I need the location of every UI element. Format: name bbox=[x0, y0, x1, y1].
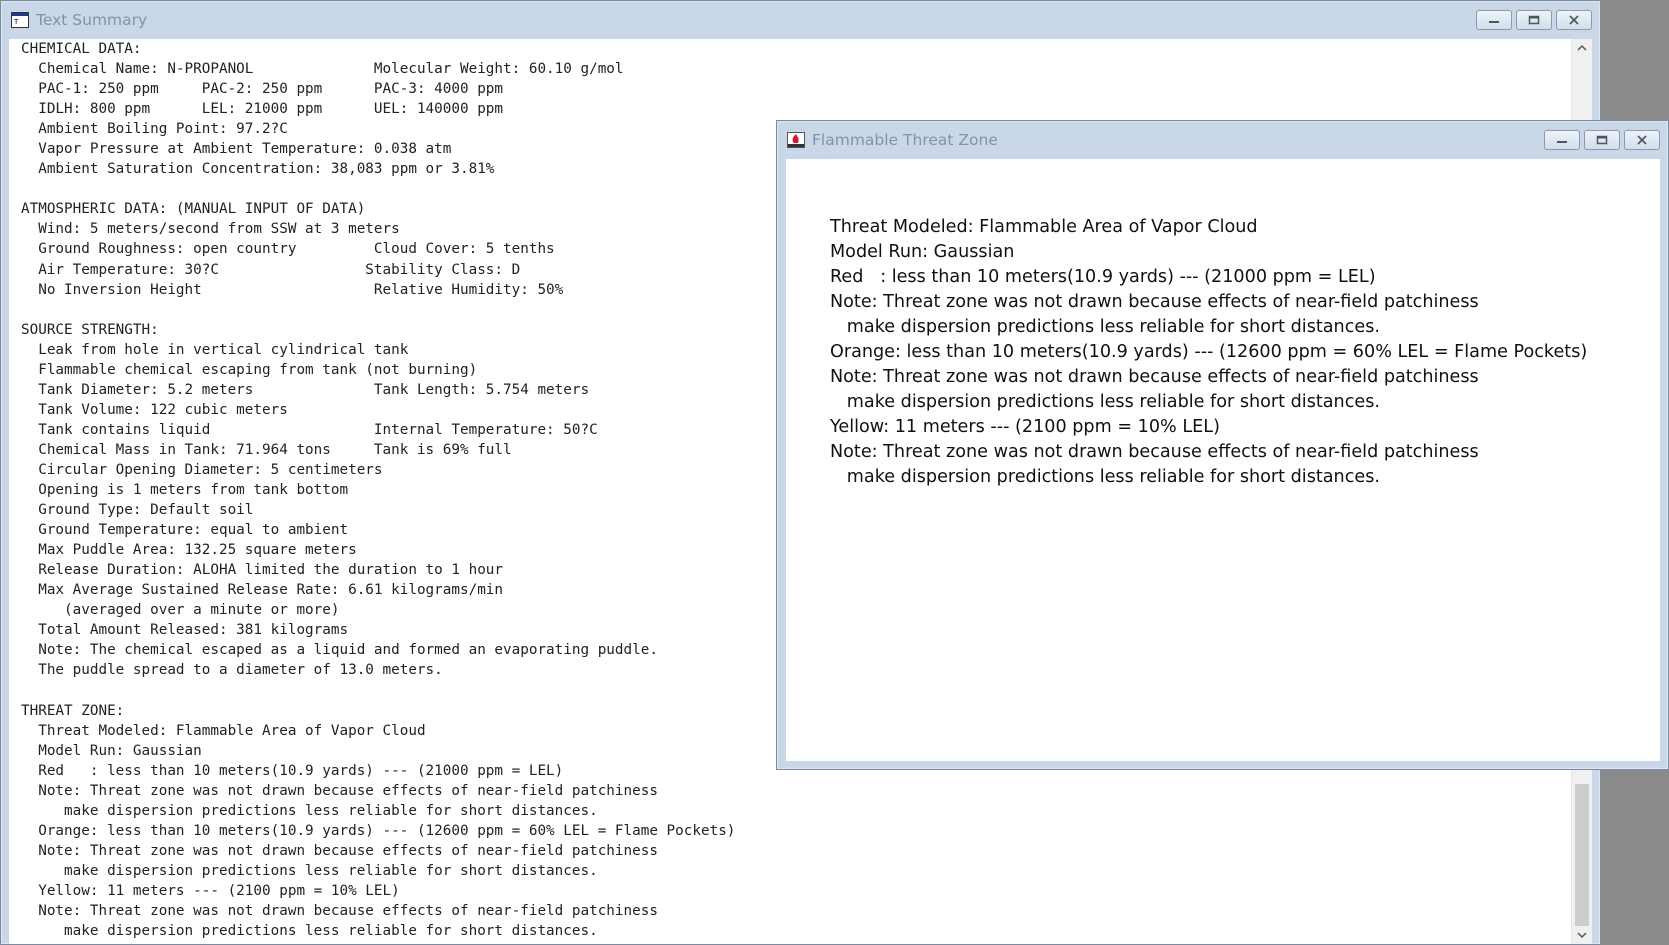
threat-zone-line: make dispersion predictions less reliabl… bbox=[830, 392, 1380, 413]
summary-line: The puddle spread to a diameter of 13.0 … bbox=[21, 662, 443, 679]
chevron-up-icon bbox=[1577, 44, 1587, 51]
scroll-up-button[interactable] bbox=[1572, 39, 1592, 57]
summary-line: Ground Type: Default soil bbox=[21, 502, 254, 519]
summary-line: make dispersion predictions less reliabl… bbox=[21, 923, 598, 940]
summary-line: Air Temperature: 30?C Stability Class: D bbox=[21, 261, 521, 278]
summary-line: Circular Opening Diameter: 5 centimeters bbox=[21, 461, 383, 478]
text-summary-app-icon: T bbox=[11, 12, 29, 28]
summary-line: No Inversion Height Relative Humidity: 5… bbox=[21, 281, 564, 298]
threat-zone-line: Model Run: Gaussian bbox=[830, 242, 1015, 263]
summary-line: Chemical Name: N-PROPANOL Molecular Weig… bbox=[21, 61, 624, 78]
minimize-button[interactable] bbox=[1476, 10, 1512, 30]
summary-line: make dispersion predictions less reliabl… bbox=[21, 802, 598, 819]
summary-line: Note: The chemical escaped as a liquid a… bbox=[21, 642, 658, 659]
threat-zone-titlebar[interactable]: Flammable Threat Zone bbox=[777, 121, 1668, 159]
summary-line: Flammable chemical escaping from tank (n… bbox=[21, 361, 478, 378]
summary-line: ATMOSPHERIC DATA: (MANUAL INPUT OF DATA) bbox=[21, 201, 366, 218]
summary-line: Note: Threat zone was not drawn because … bbox=[21, 782, 658, 799]
minimize-icon bbox=[1489, 21, 1499, 23]
threat-zone-line: Note: Threat zone was not drawn because … bbox=[830, 442, 1479, 463]
close-icon bbox=[1637, 135, 1647, 145]
summary-line: PAC-1: 250 ppm PAC-2: 250 ppm PAC-3: 400… bbox=[21, 81, 504, 98]
close-icon bbox=[1569, 15, 1579, 25]
threat-zone-app-icon bbox=[787, 132, 805, 148]
summary-line: Chemical Mass in Tank: 71.964 tons Tank … bbox=[21, 441, 512, 458]
summary-line: Opening is 1 meters from tank bottom bbox=[21, 482, 349, 499]
summary-line: Yellow: 11 meters --- (2100 ppm = 10% LE… bbox=[21, 882, 400, 899]
summary-line: Total Amount Released: 381 kilograms bbox=[21, 622, 349, 639]
summary-line: THREAT ZONE: bbox=[21, 702, 125, 719]
summary-line: Orange: less than 10 meters(10.9 yards) … bbox=[21, 822, 736, 839]
summary-line: CHEMICAL DATA: bbox=[21, 41, 142, 57]
maximize-button[interactable] bbox=[1516, 10, 1552, 30]
summary-line: Tank Diameter: 5.2 meters Tank Length: 5… bbox=[21, 381, 590, 398]
threat-zone-line: make dispersion predictions less reliabl… bbox=[830, 317, 1380, 338]
scrollbar-thumb[interactable] bbox=[1575, 784, 1589, 926]
summary-line: Leak from hole in vertical cylindrical t… bbox=[21, 341, 409, 358]
summary-line: Ambient Boiling Point: 97.2?C bbox=[21, 121, 288, 138]
threat-zone-content: Threat Modeled: Flammable Area of Vapor … bbox=[786, 159, 1660, 761]
threat-zone-text: Threat Modeled: Flammable Area of Vapor … bbox=[830, 215, 1587, 491]
window-title: Flammable Threat Zone bbox=[812, 131, 998, 149]
threat-zone-line: Threat Modeled: Flammable Area of Vapor … bbox=[830, 217, 1258, 237]
summary-line: Ground Roughness: open country Cloud Cov… bbox=[21, 241, 555, 258]
summary-line: Release Duration: ALOHA limited the dura… bbox=[21, 562, 504, 579]
minimize-button[interactable] bbox=[1544, 130, 1580, 150]
threat-zone-line: make dispersion predictions less reliabl… bbox=[830, 467, 1380, 488]
summary-line: Max Puddle Area: 132.25 square meters bbox=[21, 542, 357, 559]
summary-line: Note: Threat zone was not drawn because … bbox=[21, 903, 658, 920]
summary-line: Ambient Saturation Concentration: 38,083… bbox=[21, 161, 495, 178]
summary-line: Threat Modeled: Flammable Area of Vapor … bbox=[21, 722, 426, 739]
threat-zone-line: Orange: less than 10 meters(10.9 yards) … bbox=[830, 342, 1588, 363]
summary-line: Wind: 5 meters/second from SSW at 3 mete… bbox=[21, 221, 400, 238]
chevron-down-icon bbox=[1577, 932, 1587, 939]
summary-line: Max Average Sustained Release Rate: 6.61… bbox=[21, 582, 504, 599]
scroll-down-button[interactable] bbox=[1572, 926, 1592, 944]
threat-zone-line: Note: Threat zone was not drawn because … bbox=[830, 292, 1479, 313]
close-button[interactable] bbox=[1624, 130, 1660, 150]
summary-line: Note: Threat zone was not drawn because … bbox=[21, 842, 658, 859]
summary-line: Ground Temperature: equal to ambient bbox=[21, 522, 349, 539]
summary-line: SOURCE STRENGTH: bbox=[21, 321, 159, 338]
maximize-icon bbox=[1596, 135, 1608, 145]
text-summary-titlebar[interactable]: T Text Summary bbox=[1, 1, 1600, 39]
threat-zone-line: Red : less than 10 meters(10.9 yards) --… bbox=[830, 267, 1376, 288]
summary-line: IDLH: 800 ppm LEL: 21000 ppm UEL: 140000… bbox=[21, 101, 504, 118]
window-title: Text Summary bbox=[36, 11, 148, 29]
maximize-icon bbox=[1528, 15, 1540, 25]
summary-text: CHEMICAL DATA: Chemical Name: N-PROPANOL… bbox=[21, 39, 735, 941]
close-button[interactable] bbox=[1556, 10, 1592, 30]
summary-line: Red : less than 10 meters(10.9 yards) --… bbox=[21, 762, 564, 779]
summary-line: Model Run: Gaussian bbox=[21, 742, 202, 759]
summary-line: Vapor Pressure at Ambient Temperature: 0… bbox=[21, 141, 452, 158]
threat-zone-line: Yellow: 11 meters --- (2100 ppm = 10% LE… bbox=[830, 417, 1220, 438]
summary-line: Tank contains liquid Internal Temperatur… bbox=[21, 421, 598, 438]
summary-line: Tank Volume: 122 cubic meters bbox=[21, 401, 288, 418]
summary-line: make dispersion predictions less reliabl… bbox=[21, 862, 598, 879]
maximize-button[interactable] bbox=[1584, 130, 1620, 150]
minimize-icon bbox=[1557, 141, 1567, 143]
threat-zone-window[interactable]: Flammable Threat Zone Threat Modeled: Fl… bbox=[776, 120, 1669, 770]
summary-line: (averaged over a minute or more) bbox=[21, 602, 340, 619]
threat-zone-line: Note: Threat zone was not drawn because … bbox=[830, 367, 1479, 388]
